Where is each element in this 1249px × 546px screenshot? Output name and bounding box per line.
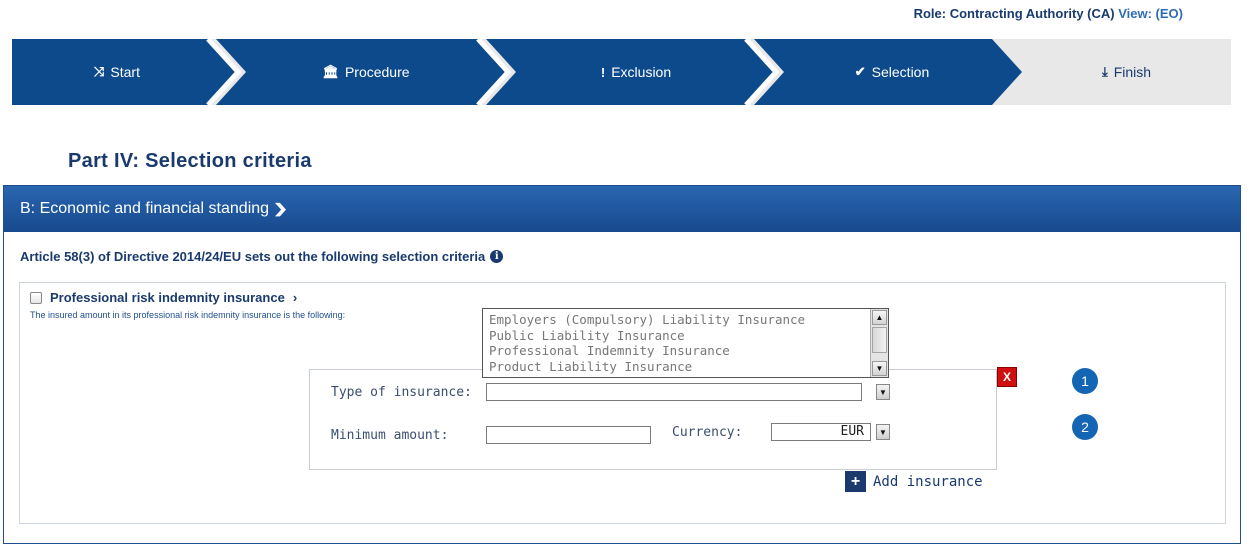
add-insurance-button[interactable]: + Add insurance xyxy=(845,471,983,492)
type-of-insurance-select[interactable] xyxy=(486,383,862,401)
criterion-title[interactable]: Professional risk indemnity insurance xyxy=(50,290,285,305)
chevron-down-icon: ❯ xyxy=(272,201,289,216)
type-of-insurance-label: Type of insurance: xyxy=(331,385,472,400)
insurance-option[interactable]: Product Liability Insurance xyxy=(489,359,805,375)
wizard-progress: ⤨ Start 🏛 Procedure ! Exclusion ✔ Select… xyxy=(12,39,1231,105)
section-header[interactable]: B: Economic and financial standing ❯ xyxy=(4,186,1240,232)
minimum-amount-label: Minimum amount: xyxy=(331,428,449,443)
check-circle-icon: ✔ xyxy=(854,64,866,79)
shuffle-icon: ⤨ xyxy=(94,64,105,79)
currency-label: Currency: xyxy=(672,425,743,440)
step-finish[interactable]: ⤓ Finish xyxy=(1022,39,1231,105)
insurance-option[interactable]: Professional Indemnity Insurance xyxy=(489,343,805,359)
step-selection[interactable]: ✔ Selection xyxy=(774,39,1010,105)
insurance-option[interactable]: Employers (Compulsory) Liability Insuran… xyxy=(489,312,805,328)
info-icon[interactable]: i xyxy=(490,250,504,263)
step-label: Selection xyxy=(871,64,930,80)
bank-icon: 🏛 xyxy=(322,64,339,79)
section-title: B: Economic and financial standing xyxy=(20,200,270,217)
step-label: Procedure xyxy=(344,64,410,80)
plus-icon: + xyxy=(845,471,866,492)
criterion-description: The insured amount in its professional r… xyxy=(30,310,346,320)
scroll-thumb[interactable] xyxy=(872,327,887,353)
listbox-scrollbar[interactable]: ▲ ▼ xyxy=(870,309,888,377)
criterion-header: Professional risk indemnity insurance › xyxy=(30,290,297,305)
download-icon: ⤓ xyxy=(1101,64,1108,79)
currency-dropdown-arrow-icon[interactable]: ▼ xyxy=(876,424,890,440)
article-text: Article 58(3) of Directive 2014/24/EU se… xyxy=(20,249,486,264)
exclamation-icon: ! xyxy=(600,64,606,80)
remove-insurance-button[interactable]: X xyxy=(997,367,1017,387)
step-label: Finish xyxy=(1113,64,1152,80)
insurance-type-listbox[interactable]: Employers (Compulsory) Liability Insuran… xyxy=(482,308,889,378)
add-insurance-label: Add insurance xyxy=(873,473,983,490)
step-procedure[interactable]: 🏛 Procedure xyxy=(236,39,496,105)
currency-value: EUR xyxy=(840,424,864,439)
callout-badge-1: 1 xyxy=(1072,368,1098,394)
insurance-entry: Type of insurance: ▼ Minimum amount: Cur… xyxy=(309,369,997,470)
page-title: Part IV: Selection criteria xyxy=(68,150,312,172)
step-exclusion[interactable]: ! Exclusion xyxy=(506,39,766,105)
step-label: Start xyxy=(110,64,140,80)
role-label: Role: Contracting Authority (CA) xyxy=(913,6,1115,21)
step-start[interactable]: ⤨ Start xyxy=(12,39,222,105)
scroll-down-icon[interactable]: ▼ xyxy=(872,361,887,376)
chevron-right-icon: › xyxy=(292,290,298,305)
role-indicator: Role: Contracting Authority (CA) View: (… xyxy=(914,6,1183,21)
insurance-options: Employers (Compulsory) Liability Insuran… xyxy=(489,312,805,374)
type-dropdown-arrow-icon[interactable]: ▼ xyxy=(876,384,890,400)
scroll-up-icon[interactable]: ▲ xyxy=(872,310,887,325)
callout-badge-2: 2 xyxy=(1072,414,1098,440)
step-label: Exclusion xyxy=(611,64,672,80)
view-switch-link[interactable]: View: (EO) xyxy=(1118,6,1183,21)
article-intro: Article 58(3) of Directive 2014/24/EU se… xyxy=(20,249,504,264)
minimum-amount-input[interactable] xyxy=(486,426,651,444)
criterion-checkbox[interactable] xyxy=(30,291,42,304)
insurance-option[interactable]: Public Liability Insurance xyxy=(489,328,805,344)
currency-select[interactable]: EUR xyxy=(771,423,871,441)
